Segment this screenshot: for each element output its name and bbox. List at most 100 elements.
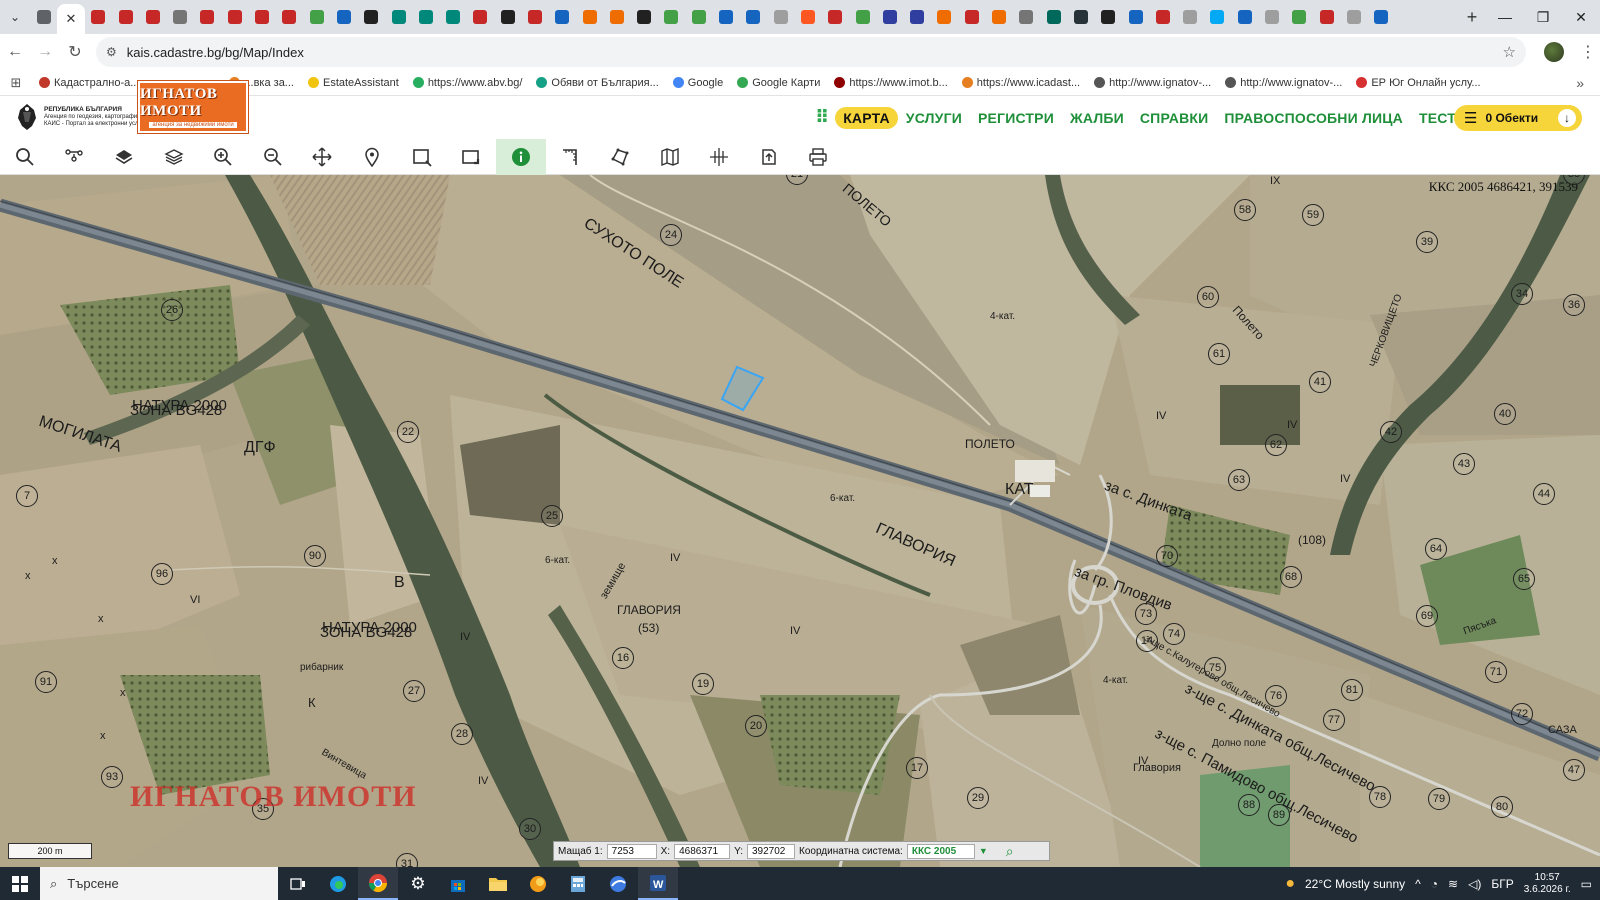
tool-print[interactable] xyxy=(794,139,844,175)
coordinate-system-select[interactable]: ККС 2005 xyxy=(906,843,975,859)
tab[interactable] xyxy=(439,3,466,31)
profile-avatar[interactable] xyxy=(1544,42,1564,62)
tab[interactable] xyxy=(712,3,739,31)
tab-active[interactable]: ✕ xyxy=(57,4,85,34)
parcel-number[interactable]: 16 xyxy=(612,647,634,669)
parcel-number[interactable]: 25 xyxy=(541,505,563,527)
tab[interactable] xyxy=(603,3,630,31)
nav-services[interactable]: УСЛУГИ xyxy=(898,110,970,126)
coordinate-search-icon[interactable]: ⌕ xyxy=(1006,843,1014,860)
tab[interactable] xyxy=(303,3,330,31)
tab[interactable] xyxy=(1040,3,1067,31)
network-icon[interactable]: ◔ xyxy=(1431,877,1438,891)
tab[interactable] xyxy=(1013,3,1040,31)
taskbar-store[interactable] xyxy=(438,867,478,900)
tab[interactable] xyxy=(330,3,357,31)
tab[interactable] xyxy=(685,3,712,31)
parcel-number[interactable]: 41 xyxy=(1309,371,1331,393)
tool-zoom-out[interactable] xyxy=(248,139,298,175)
parcel-number[interactable]: 65 xyxy=(1513,568,1535,590)
tab[interactable] xyxy=(1313,3,1340,31)
tab[interactable] xyxy=(85,3,112,31)
parcel-number[interactable]: 77 xyxy=(1323,709,1345,731)
tab[interactable] xyxy=(1149,3,1176,31)
taskbar-chrome[interactable] xyxy=(358,867,398,900)
tab[interactable] xyxy=(849,3,876,31)
tab[interactable] xyxy=(658,3,685,31)
tab[interactable] xyxy=(1368,3,1395,31)
tab[interactable] xyxy=(358,3,385,31)
bookmark-item[interactable]: Google Карти xyxy=(730,77,827,89)
clock[interactable]: 10:57 3.6.2026 г. xyxy=(1524,872,1571,896)
tab[interactable] xyxy=(1095,3,1122,31)
bookmark-item[interactable]: Обяви от България... xyxy=(529,77,665,89)
tab[interactable] xyxy=(1122,3,1149,31)
tab[interactable] xyxy=(412,3,439,31)
tab[interactable] xyxy=(467,3,494,31)
parcel-number[interactable]: 71 xyxy=(1485,661,1507,683)
tray-overflow-chevron-icon[interactable]: ^ xyxy=(1415,877,1421,891)
taskbar-browser-2[interactable] xyxy=(518,867,558,900)
bookmark-item[interactable]: https://www.imot.b... xyxy=(827,77,954,89)
tab[interactable] xyxy=(139,3,166,31)
parcel-number[interactable]: 79 xyxy=(1428,788,1450,810)
parcel-number[interactable]: 75 xyxy=(1204,657,1226,679)
tab[interactable] xyxy=(494,3,521,31)
tool-export[interactable] xyxy=(744,139,794,175)
tab[interactable] xyxy=(194,3,221,31)
tab[interactable] xyxy=(931,3,958,31)
tab[interactable] xyxy=(221,3,248,31)
tool-select-rectangle[interactable] xyxy=(397,139,447,175)
taskbar-settings[interactable]: ⚙ xyxy=(398,867,438,900)
start-button[interactable] xyxy=(0,875,40,892)
tab[interactable] xyxy=(576,3,603,31)
parcel-number[interactable]: 78 xyxy=(1369,786,1391,808)
parcel-number[interactable]: 90 xyxy=(304,545,326,567)
tool-pan[interactable] xyxy=(298,139,348,175)
volume-icon[interactable]: ◁) xyxy=(1468,877,1481,891)
new-tab-button[interactable]: + xyxy=(1458,7,1486,28)
taskbar-search[interactable]: ⌕ Търсене xyxy=(40,867,278,900)
bookmark-item[interactable]: ЕР Юг Онлайн услу... xyxy=(1349,77,1487,89)
tool-map-view[interactable] xyxy=(645,139,695,175)
tab[interactable] xyxy=(1067,3,1094,31)
input-language[interactable]: БГР xyxy=(1491,877,1513,891)
tab-search-button[interactable]: ⌄ xyxy=(0,2,30,32)
parcel-number[interactable]: 39 xyxy=(1416,231,1438,253)
parcel-number[interactable]: 24 xyxy=(660,224,682,246)
parcel-number[interactable]: 70 xyxy=(1156,545,1178,567)
taskbar-word[interactable]: W xyxy=(638,867,678,900)
nav-licensed-persons[interactable]: ПРАВОСПОСОБНИ ЛИЦА xyxy=(1216,110,1411,126)
tab[interactable] xyxy=(30,3,57,31)
parcel-number[interactable]: 63 xyxy=(1228,469,1250,491)
parcel-number[interactable]: 96 xyxy=(151,563,173,585)
parcel-number[interactable]: 14 xyxy=(1136,630,1158,652)
objects-basket-button[interactable]: ☰ 0 Обекти ↓ xyxy=(1454,105,1582,131)
tab[interactable] xyxy=(1231,3,1258,31)
taskbar-edge[interactable] xyxy=(318,867,358,900)
apps-grid-icon[interactable]: ⊞ xyxy=(0,75,32,91)
parcel-number[interactable]: 68 xyxy=(1280,566,1302,588)
bookmark-item[interactable]: EstateAssistant xyxy=(301,77,406,89)
parcel-number[interactable]: 81 xyxy=(1341,679,1363,701)
url-text[interactable]: kais.cadastre.bg/bg/Map/Index xyxy=(127,45,1503,60)
nav-registers[interactable]: РЕГИСТРИ xyxy=(970,110,1062,126)
tool-search[interactable] xyxy=(0,139,50,175)
parcel-number[interactable]: 26 xyxy=(161,299,183,321)
tab[interactable] xyxy=(1340,3,1367,31)
bookmark-item[interactable]: Кадастрално-а... xyxy=(32,77,146,89)
parcel-number[interactable]: 72 xyxy=(1511,703,1533,725)
tool-select-area[interactable] xyxy=(446,139,496,175)
tab[interactable] xyxy=(166,3,193,31)
parcel-number[interactable]: 40 xyxy=(1494,403,1516,425)
tool-measure-distance[interactable] xyxy=(546,139,596,175)
back-button[interactable]: ← xyxy=(0,37,30,67)
parcel-number[interactable]: 28 xyxy=(451,723,473,745)
bookmark-item[interactable]: http://www.ignatov-... xyxy=(1218,77,1349,89)
parcel-number[interactable]: 60 xyxy=(1197,286,1219,308)
tab[interactable] xyxy=(1286,3,1313,31)
parcel-number[interactable]: 30 xyxy=(519,818,541,840)
tool-coordinates[interactable] xyxy=(694,139,744,175)
forward-button[interactable]: → xyxy=(30,37,60,67)
tab[interactable] xyxy=(794,3,821,31)
